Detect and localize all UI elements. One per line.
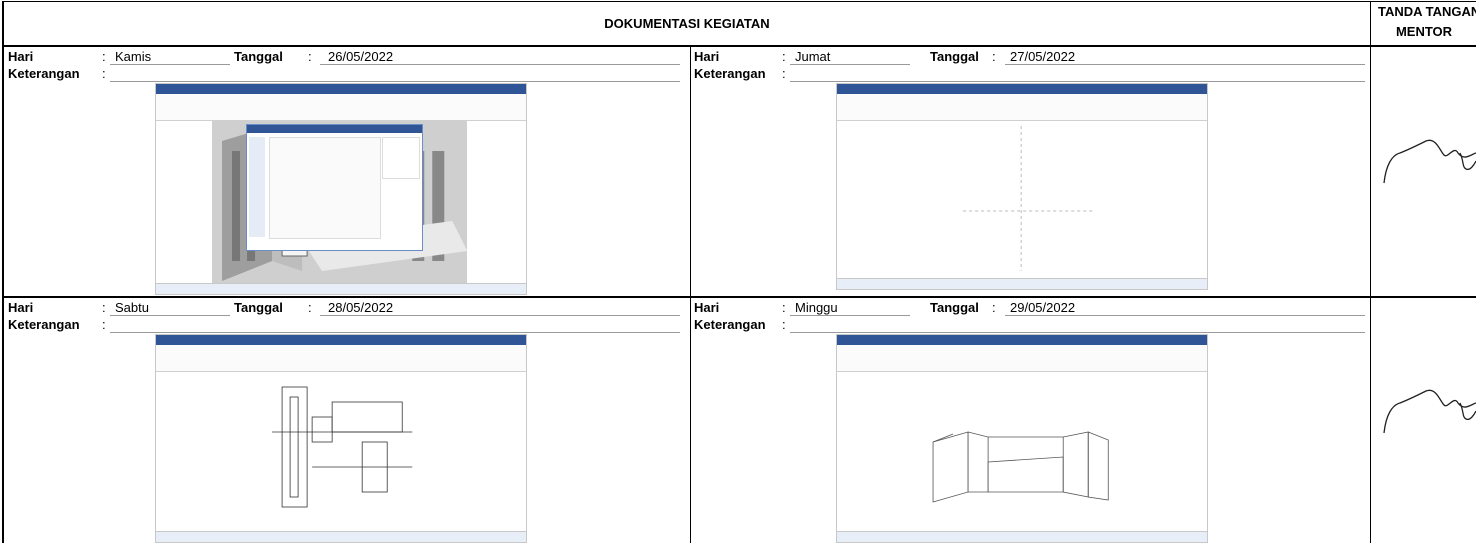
taskbar (837, 278, 1207, 289)
signature-title-line2: MENTOR (1395, 24, 1453, 39)
properties-panel (1146, 121, 1207, 279)
hari-value: Jumat (795, 49, 831, 64)
dialog-file-list (269, 137, 381, 239)
project-browser-panel (156, 372, 213, 532)
hari-underline (110, 64, 230, 65)
keterangan-underline (110, 332, 680, 333)
keterangan-label: Keterangan (694, 317, 766, 332)
keterangan-underline (110, 81, 680, 82)
hari-label: Hari (694, 300, 720, 315)
keterangan-underline (790, 81, 1365, 82)
keterangan-colon: : (102, 317, 106, 332)
open-file-dialog (246, 124, 423, 251)
app-titlebar (837, 335, 1207, 345)
keterangan-colon: : (782, 317, 786, 332)
tanggal-underline (1005, 315, 1365, 316)
tanggal-underline (1005, 64, 1365, 65)
activity-screenshot (836, 83, 1208, 290)
hari-underline (790, 315, 910, 316)
hari-colon: : (102, 300, 106, 315)
dialog-preview (382, 137, 420, 179)
tanggal-value: 28/05/2022 (328, 300, 394, 315)
properties-panel (465, 121, 526, 284)
app-toolbar (156, 345, 526, 372)
signature-title-line1: TANDA TANGAN (1378, 4, 1476, 19)
taskbar (837, 531, 1207, 542)
hari-underline (110, 315, 230, 316)
header-divider (2, 45, 1476, 47)
app-titlebar (156, 335, 526, 345)
tanggal-colon: : (992, 300, 996, 315)
mentor-signature-2 (1383, 389, 1476, 434)
hari-value: Minggu (795, 300, 838, 315)
dialog-titlebar (247, 125, 422, 133)
tanggal-label: Tanggal (930, 49, 979, 64)
taskbar (156, 531, 526, 542)
middle-column-divider (690, 46, 691, 543)
wireframe-3d-view (892, 372, 1148, 532)
signature-column-divider (1370, 1, 1371, 543)
keterangan-label: Keterangan (8, 317, 80, 332)
floor-plan-view (892, 121, 1148, 279)
project-browser-panel (837, 121, 894, 279)
tanggal-label: Tanggal (930, 300, 979, 315)
structural-plan-image (271, 386, 412, 508)
keterangan-label: Keterangan (8, 66, 80, 81)
hari-label: Hari (8, 49, 34, 64)
tanggal-label: Tanggal (234, 300, 283, 315)
dialog-places-bar (249, 137, 265, 237)
keterangan-underline (790, 332, 1365, 333)
row-divider (2, 296, 1476, 298)
hari-value: Sabtu (115, 300, 149, 315)
table-border-top (2, 1, 1476, 2)
app-toolbar (837, 345, 1207, 372)
plan-drawing-view (211, 372, 467, 532)
activity-screenshot (836, 334, 1208, 543)
app-toolbar (156, 94, 526, 121)
wireframe-model-image (932, 431, 1109, 503)
app-titlebar (837, 84, 1207, 94)
hari-label: Hari (8, 300, 34, 315)
hari-value: Kamis (115, 49, 152, 64)
hari-colon: : (782, 49, 786, 64)
page-title: DOKUMENTASI KEGIATAN (604, 16, 770, 31)
tanggal-label: Tanggal (234, 49, 283, 64)
properties-panel (465, 372, 526, 532)
hari-label: Hari (694, 49, 720, 64)
keterangan-colon: : (102, 66, 106, 81)
taskbar (156, 283, 526, 294)
app-toolbar (837, 94, 1207, 121)
activity-screenshot (155, 83, 527, 295)
hari-underline (790, 64, 910, 65)
tanggal-value: 29/05/2022 (1010, 300, 1076, 315)
activity-screenshot (155, 334, 527, 543)
project-browser-panel (837, 372, 894, 532)
keterangan-colon: : (782, 66, 786, 81)
tanggal-value: 26/05/2022 (328, 49, 394, 64)
tanggal-underline (320, 64, 680, 65)
properties-panel (1146, 372, 1207, 532)
project-browser-panel (156, 121, 213, 284)
grid-plan-image (962, 126, 1093, 271)
tanggal-colon: : (308, 49, 312, 64)
table-border-left (2, 1, 4, 543)
mentor-signature-1 (1383, 139, 1476, 184)
keterangan-label: Keterangan (694, 66, 766, 81)
tanggal-underline (320, 315, 680, 316)
app-titlebar (156, 84, 526, 94)
hari-colon: : (102, 49, 106, 64)
tanggal-colon: : (992, 49, 996, 64)
tanggal-value: 27/05/2022 (1010, 49, 1076, 64)
hari-colon: : (782, 300, 786, 315)
tanggal-colon: : (308, 300, 312, 315)
